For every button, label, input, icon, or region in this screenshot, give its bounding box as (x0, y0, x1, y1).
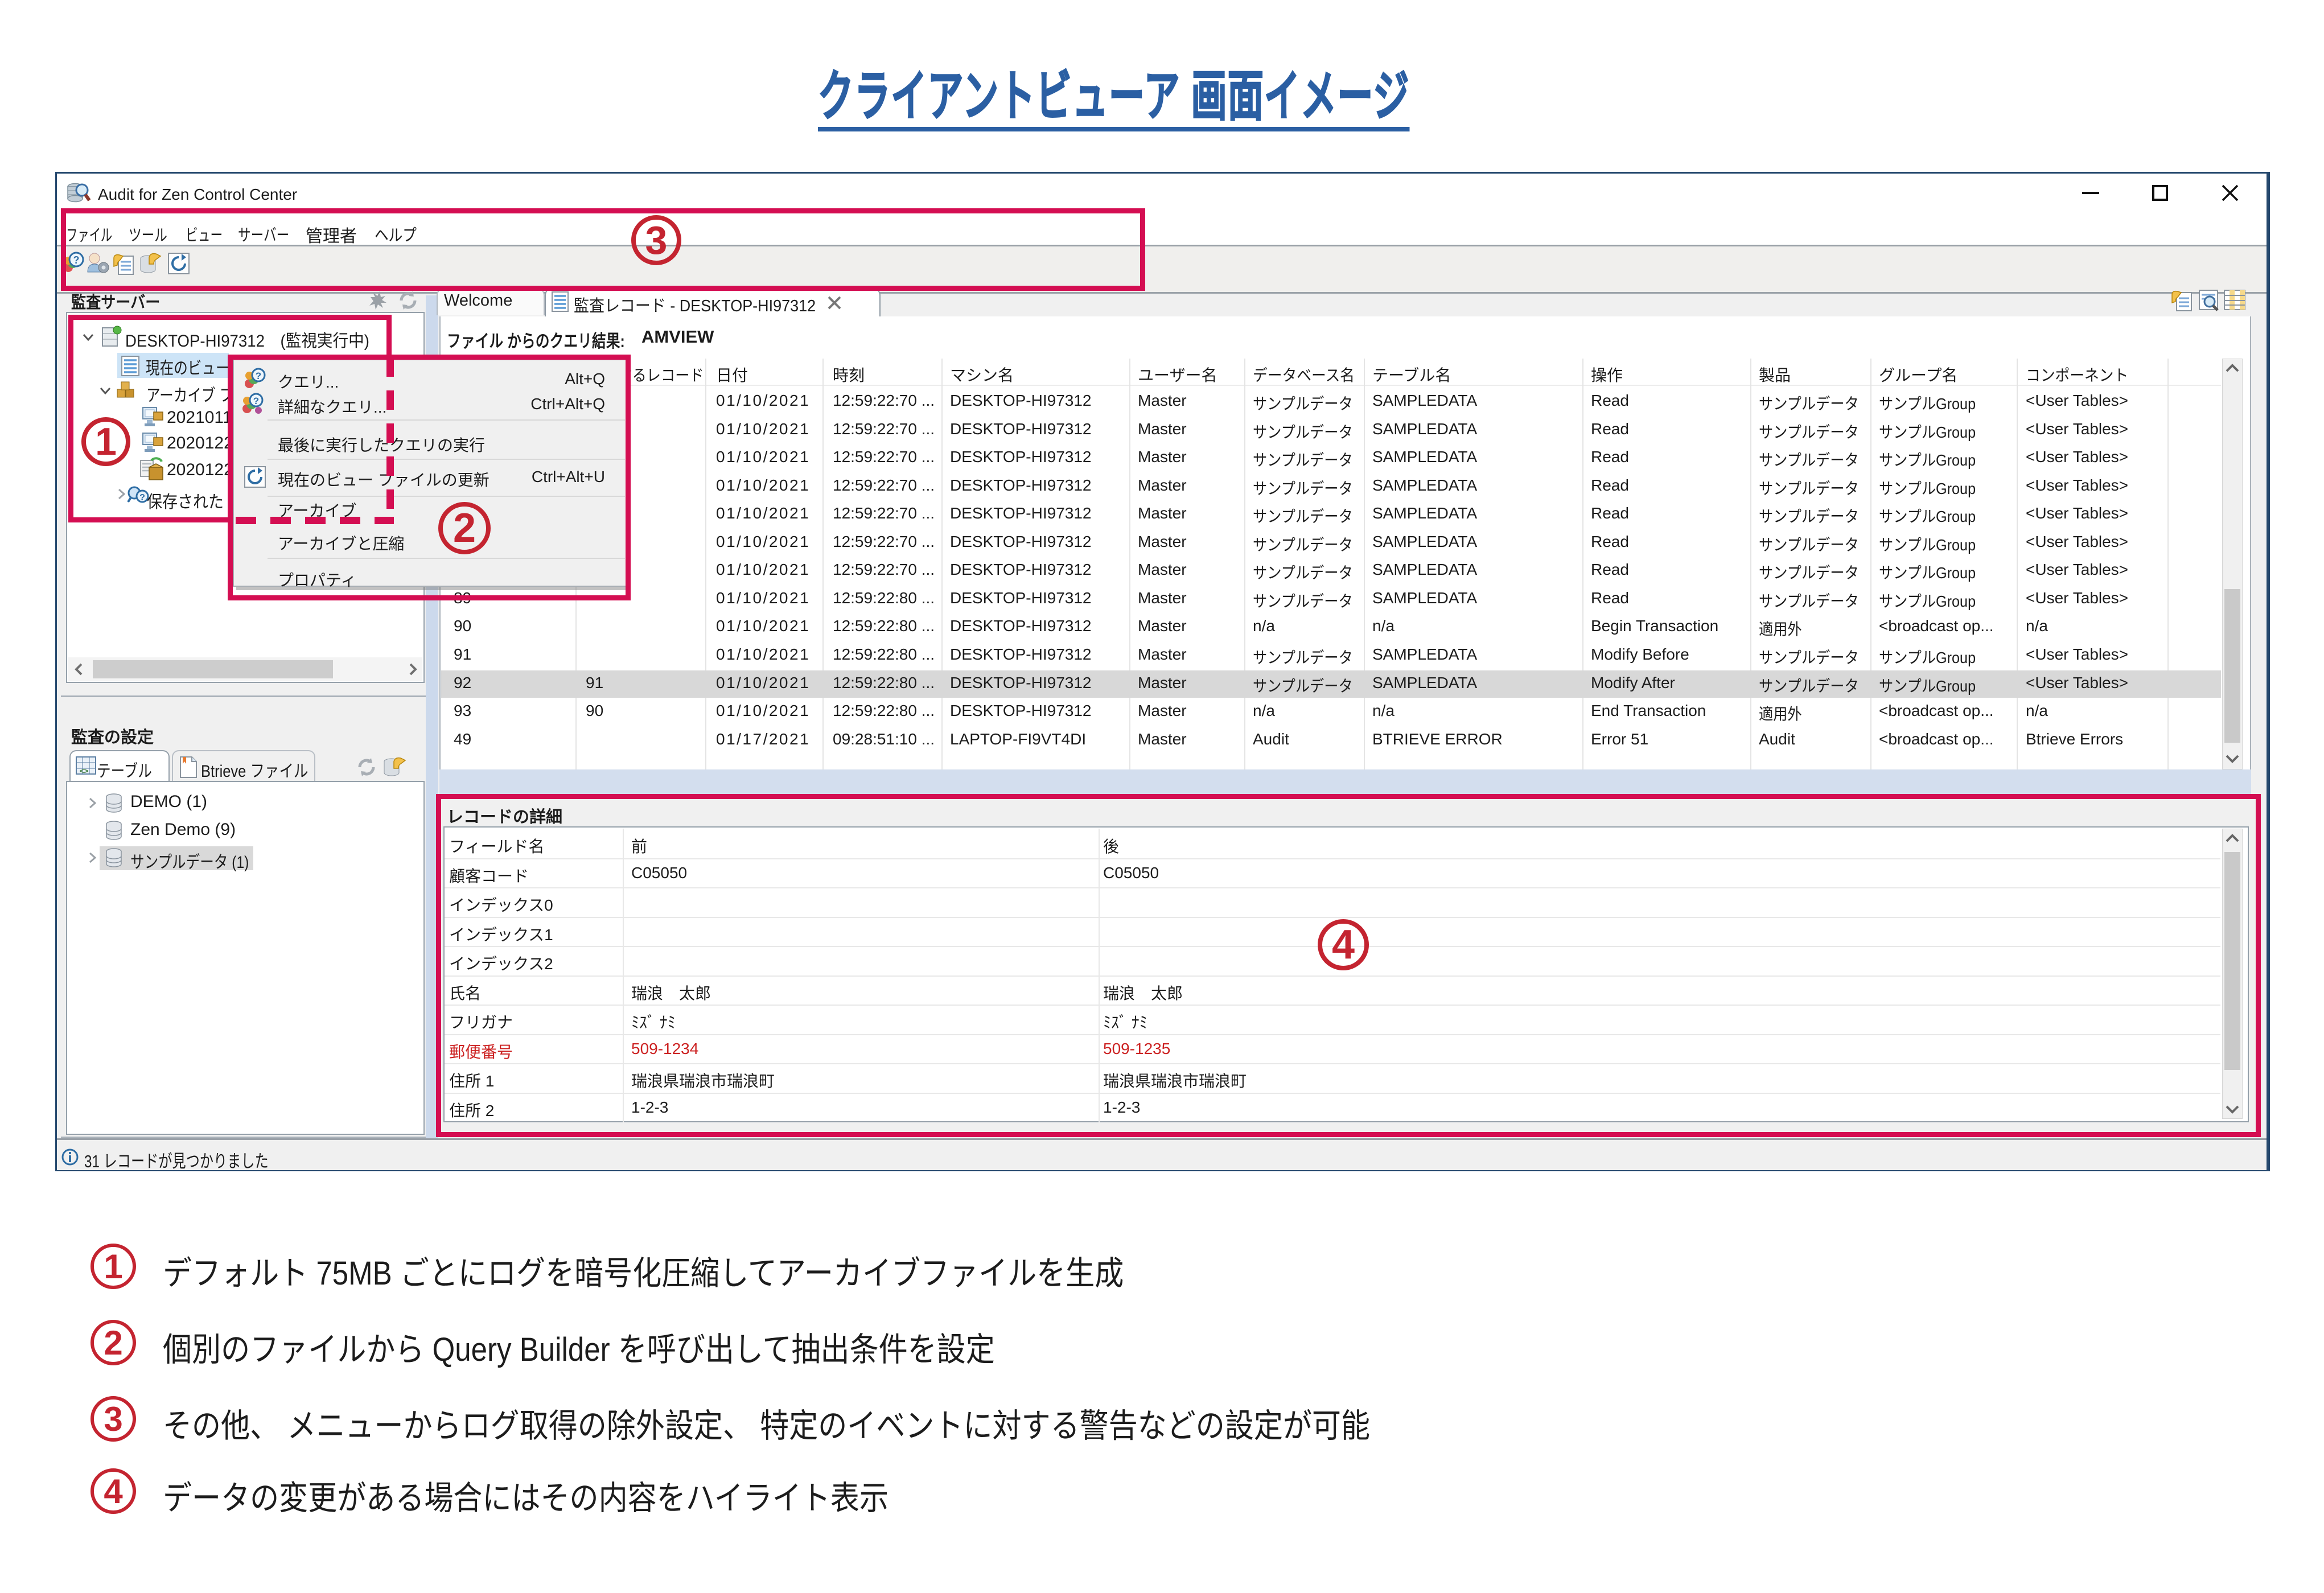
svg-text:<>: <> (80, 767, 89, 775)
